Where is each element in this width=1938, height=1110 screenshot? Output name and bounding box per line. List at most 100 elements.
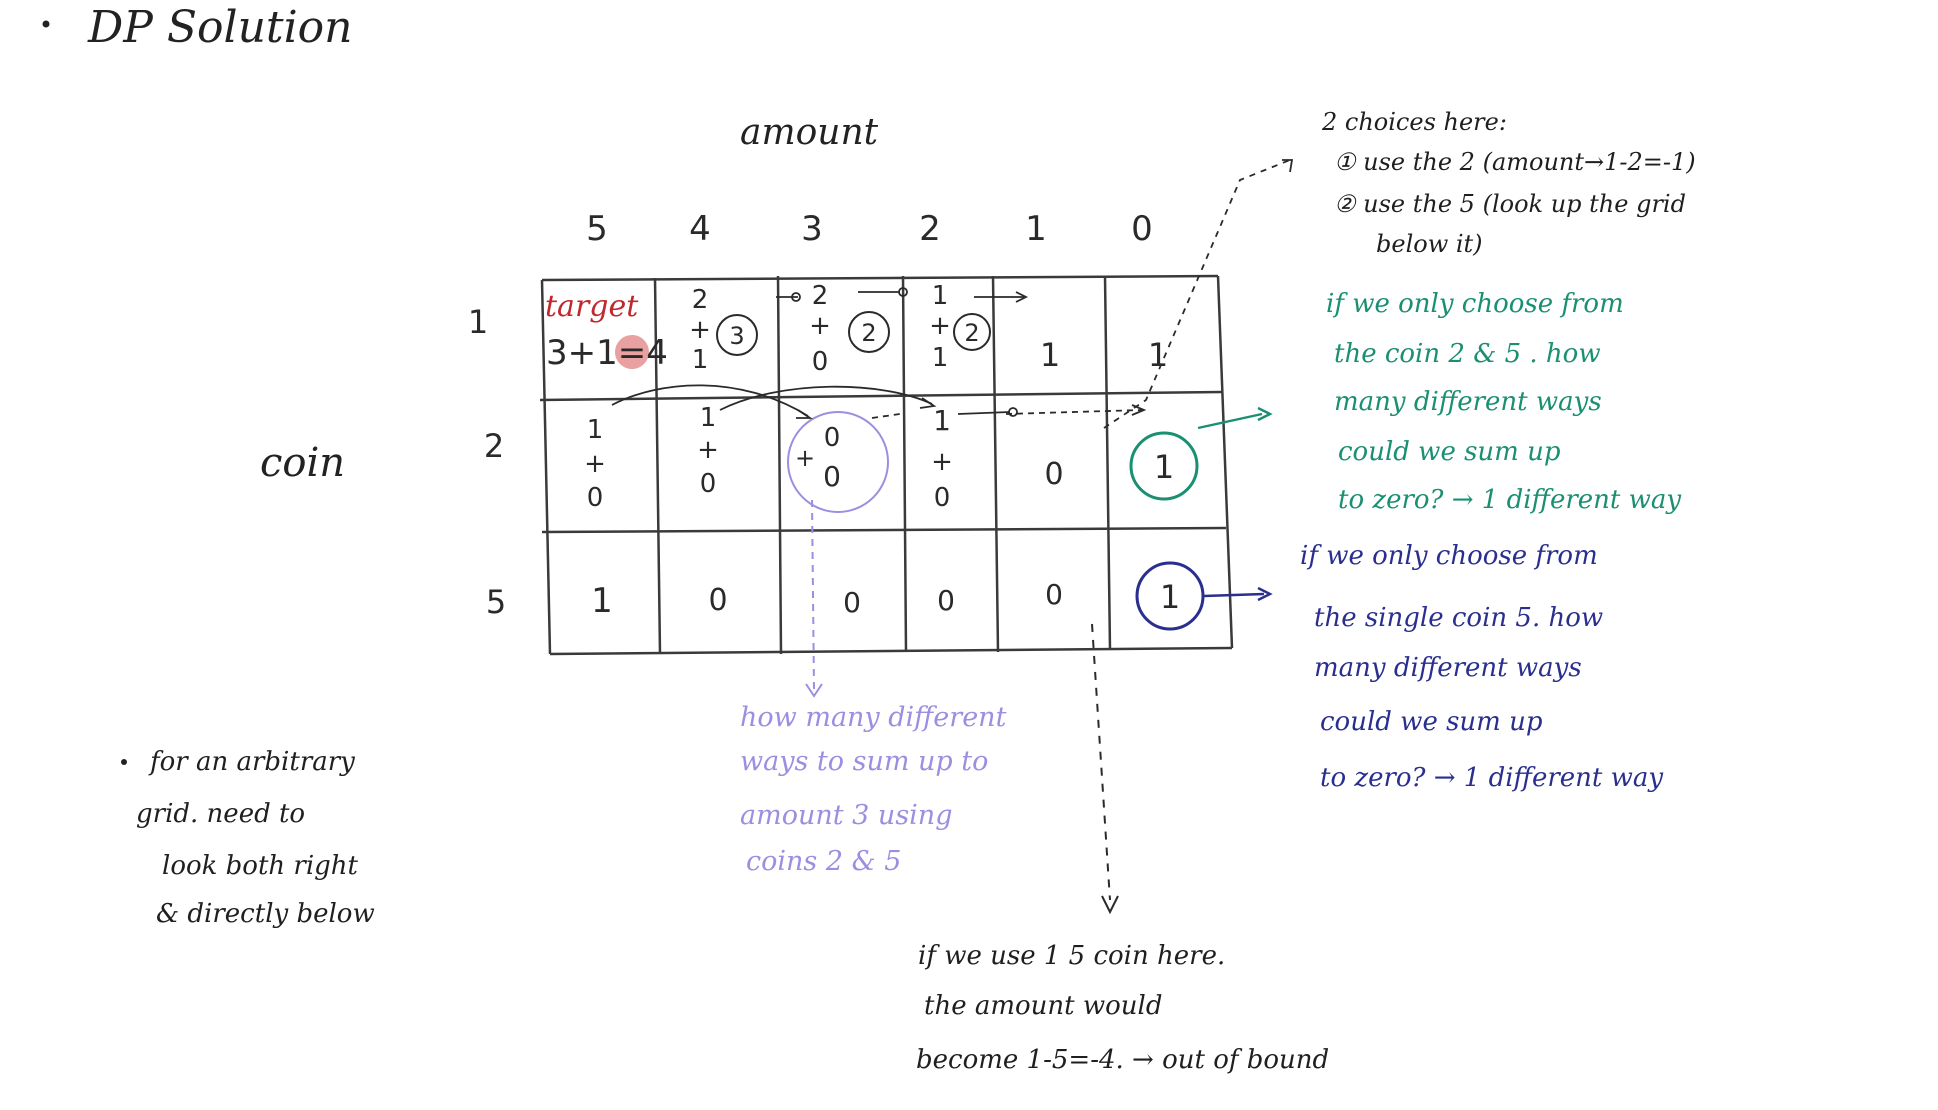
grid-line-top	[541, 274, 1219, 282]
left-note-bullet	[121, 759, 127, 765]
navy-line-2: the single coin 5. how	[1314, 603, 1603, 633]
column-header-1: 1	[1025, 209, 1047, 249]
navy-line-4: could we sum up	[1320, 707, 1543, 737]
arrow-curve-2	[719, 385, 933, 411]
purple-line-2: ways to sum up to	[740, 746, 988, 777]
teal-line-4: could we sum up	[1338, 437, 1561, 467]
teal-connector-line	[1197, 412, 1263, 430]
purple-note: how many different ways to sum up to amo…	[740, 702, 1007, 877]
choices-line-3: ② use the 5 (look up the grid	[1334, 190, 1686, 218]
choices-note: 2 choices here: ① use the 2 (amount→1-2=…	[1321, 108, 1696, 258]
grid-line-col5	[1103, 275, 1112, 651]
purple-connector-line	[811, 499, 815, 691]
page-title: DP Solution	[87, 2, 353, 53]
cell-2-4-line3: 0	[700, 469, 717, 499]
teal-line-1: if we only choose from	[1326, 289, 1624, 319]
grid-line-col4	[991, 275, 1000, 653]
row-coin-1: target 3+1=4 2 + 1 3 2 + 0 2 1 + 1 2 1 1	[545, 281, 1168, 377]
cell-1-4-line2: +	[689, 315, 711, 345]
coin-row-headers: 1 2 5	[468, 303, 506, 621]
navy-connector	[1203, 586, 1273, 602]
cell-2-2-line2: +	[931, 447, 953, 477]
amount-column-headers: 5 4 3 2 1 0	[586, 209, 1153, 249]
navy-line-3: many different ways	[1314, 653, 1582, 683]
bottom-line-3: become 1-5=-4. → out of bound	[916, 1045, 1329, 1075]
navy-line-1: if we only choose from	[1300, 541, 1598, 571]
column-header-3: 3	[801, 209, 823, 249]
cell-1-3-line1: 2	[812, 281, 829, 311]
cell-5-2-value: 0	[937, 584, 955, 617]
arrow-to-choices	[1103, 159, 1291, 429]
whiteboard: DP Solution amount 5 4 3 2 1 0 1 2 5 coi…	[0, 0, 1938, 1110]
cell-2-5-line2: +	[584, 449, 606, 479]
choices-line-1: 2 choices here:	[1321, 108, 1507, 136]
cell-2-3-line3: 0	[823, 460, 841, 493]
cell-2-3-line2: 0	[824, 423, 841, 453]
arrow-r2-a	[957, 411, 1011, 415]
left-bullet-note: for an arbitrary grid. need to look both…	[136, 747, 375, 929]
teal-line-3: many different ways	[1334, 387, 1602, 417]
left-line-1: for an arbitrary	[148, 747, 355, 777]
cell-5-4-value: 0	[708, 583, 727, 618]
out-of-bound-note: if we use 1 5 coin here. the amount woul…	[916, 941, 1329, 1075]
cell-2-5-line1: 1	[587, 415, 604, 445]
column-header-2: 2	[919, 209, 941, 249]
row-header-1: 1	[468, 303, 488, 341]
left-line-4: & directly below	[156, 899, 375, 929]
cell-1-3-circled-value: 2	[861, 319, 876, 347]
cell-1-2-line3: 1	[932, 343, 949, 373]
cell-1-2-line2: +	[929, 311, 951, 341]
column-header-0: 0	[1131, 209, 1153, 249]
navy-note: if we only choose from the single coin 5…	[1300, 541, 1663, 793]
grid-line-row2	[541, 526, 1227, 534]
cell-2-1-value: 0	[1044, 457, 1063, 492]
left-line-2: grid. need to	[136, 799, 305, 829]
grid-line-bottom	[549, 646, 1233, 656]
cell-1-2-line1: 1	[932, 281, 949, 311]
teal-line-5: to zero? → 1 different way	[1338, 485, 1681, 515]
purple-line-1: how many different	[740, 702, 1007, 733]
coin-label: coin	[260, 440, 345, 486]
cell-2-2-line1: 1	[933, 404, 951, 437]
cell-1-1-value: 1	[1040, 336, 1060, 374]
purple-line-3: amount 3 using	[740, 800, 952, 831]
cell-1-3-line3: 0	[812, 347, 829, 377]
navy-line-5: to zero? → 1 different way	[1320, 763, 1663, 793]
cell-2-5-line3: 0	[587, 483, 604, 513]
title-bullet	[42, 20, 50, 28]
amount-label: amount	[740, 112, 879, 153]
purple-line-4: coins 2 & 5	[746, 846, 901, 877]
cell-5-0-value: 1	[1160, 578, 1180, 616]
grid-line-col6	[1216, 275, 1234, 649]
cell-2-0-value: 1	[1154, 448, 1174, 486]
cell-2-4-line1: 1	[700, 403, 717, 433]
row-coin-2: 1 + 0 1 + 0 + 0 0 1 + 0 0 1	[584, 403, 1199, 513]
cell-5-3-value: 0	[843, 586, 861, 619]
column-header-5: 5	[586, 209, 608, 249]
cell-1-2-circled-value: 2	[964, 319, 979, 347]
arrow-dash-1	[871, 413, 901, 419]
cell-5-1-value: 0	[1045, 578, 1063, 611]
column-header-4: 4	[689, 209, 711, 249]
row-header-2: 2	[484, 427, 504, 465]
bottom-connector-line	[1091, 623, 1111, 901]
cell-1-4-line3: 1	[692, 345, 709, 375]
row-coin-5: 1 0 0 0 0 1	[591, 561, 1205, 631]
cell-1-4-circled-value: 3	[729, 322, 744, 350]
teal-connector	[1197, 406, 1273, 430]
cell-1-4-line1: 2	[692, 285, 709, 315]
teal-note: if we only choose from the coin 2 & 5 . …	[1326, 289, 1681, 515]
cell-2-2-line3: 0	[934, 483, 951, 513]
row-header-5: 5	[486, 583, 506, 621]
cell-2-3-line1: +	[795, 444, 815, 472]
diagram-canvas: DP Solution amount 5 4 3 2 1 0 1 2 5 coi…	[42, 2, 1696, 1075]
bottom-line-2: the amount would	[924, 991, 1162, 1021]
grid-line-col3	[901, 275, 908, 653]
bottom-connector	[1091, 623, 1119, 915]
cell-5-5-value: 1	[591, 581, 613, 621]
navy-connector-line	[1203, 592, 1265, 598]
choices-line-2: ① use the 2 (amount→1-2=-1)	[1334, 148, 1696, 176]
arrow-r2-a-head	[1008, 407, 1018, 417]
arrow-dash-2	[1005, 409, 1143, 415]
choices-line-4: below it)	[1376, 230, 1483, 258]
